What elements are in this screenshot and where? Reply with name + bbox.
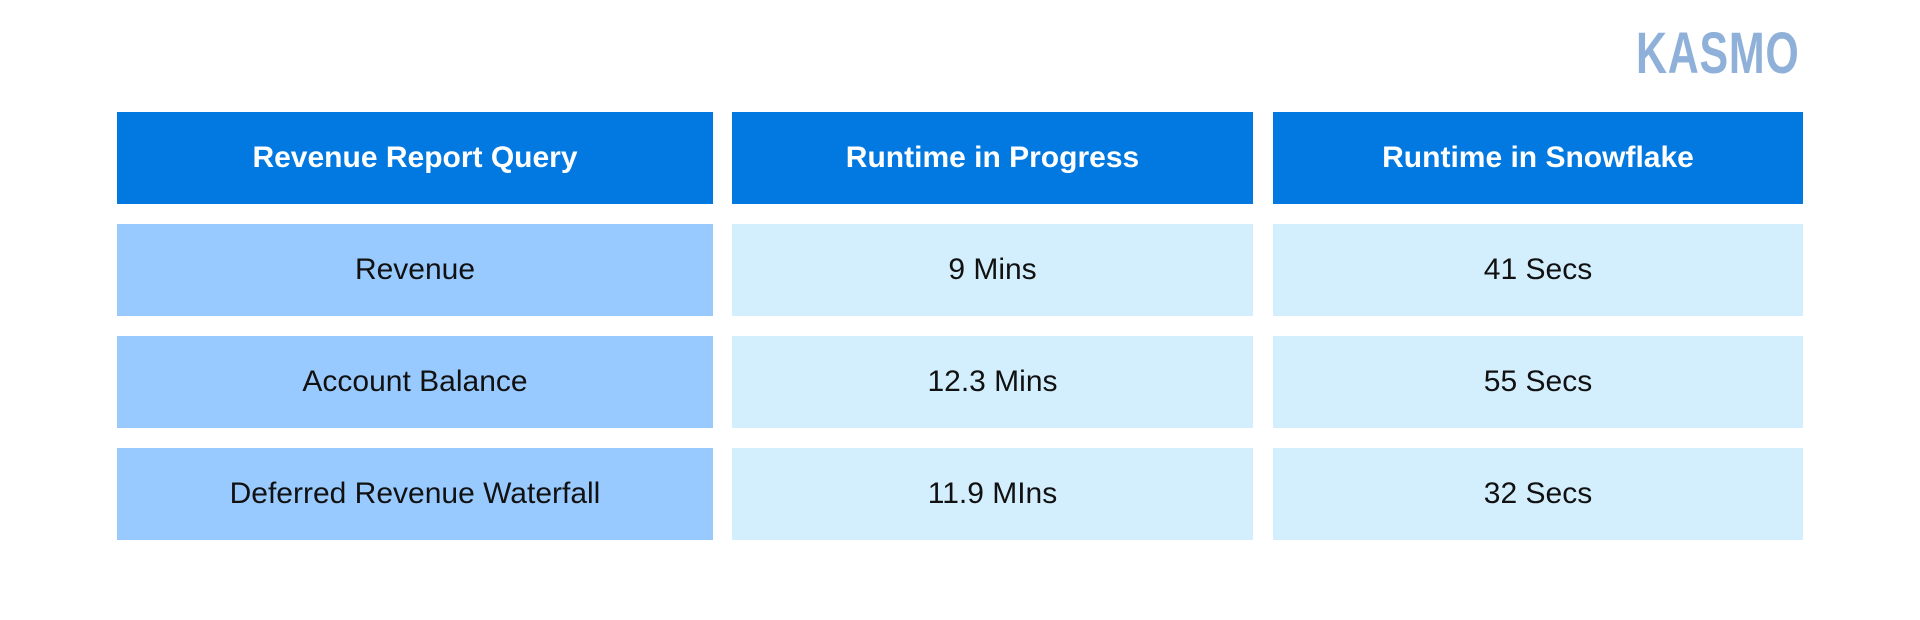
query-name-cell: Account Balance — [117, 336, 713, 428]
runtime-progress-cell: 9 Mins — [732, 224, 1253, 316]
runtime-snowflake-cell: 41 Secs — [1273, 224, 1803, 316]
runtime-progress-cell: 11.9 MIns — [732, 448, 1253, 540]
query-name-cell: Deferred Revenue Waterfall — [117, 448, 713, 540]
header-runtime-snowflake: Runtime in Snowflake — [1273, 112, 1803, 204]
header-query: Revenue Report Query — [117, 112, 713, 204]
runtime-snowflake-cell: 32 Secs — [1273, 448, 1803, 540]
header-runtime-progress: Runtime in Progress — [732, 112, 1253, 204]
runtime-snowflake-cell: 55 Secs — [1273, 336, 1803, 428]
kasmo-logo: KASMO — [1636, 21, 1800, 86]
runtime-progress-cell: 12.3 Mins — [732, 336, 1253, 428]
query-name-cell: Revenue — [117, 224, 713, 316]
